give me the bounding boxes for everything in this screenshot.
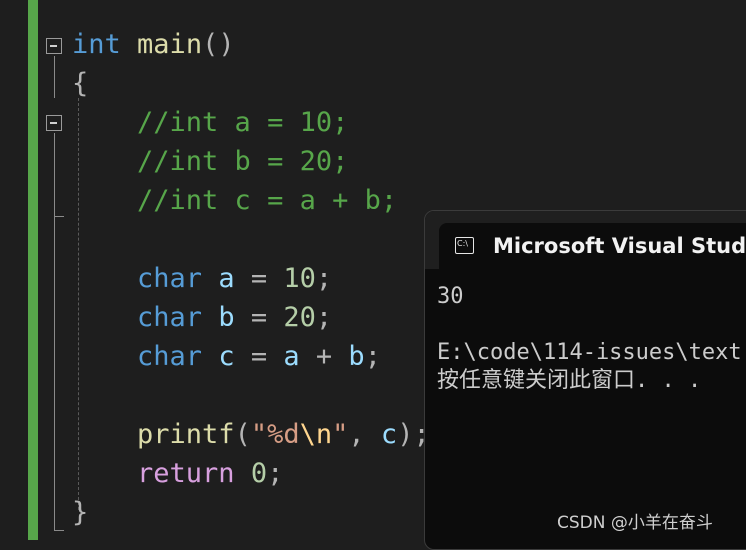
outline-end-mark: [54, 530, 64, 531]
code-token: 10: [283, 263, 316, 294]
outline-end-mark: [54, 216, 64, 217]
code-token: int: [72, 29, 121, 60]
code-token: a: [218, 263, 235, 294]
code-line[interactable]: char b = 20;: [72, 298, 332, 338]
code-line[interactable]: //int a = 10;: [72, 103, 348, 143]
code-token: main: [137, 29, 203, 60]
code-token: ": [332, 419, 349, 450]
code-line[interactable]: //int b = 20;: [72, 142, 348, 182]
code-line[interactable]: char c = a + b;: [72, 337, 381, 377]
code-line[interactable]: return 0;: [72, 454, 283, 494]
console-output-line: 按任意键关闭此窗口. . .: [437, 368, 702, 393]
collapse-main-icon[interactable]: [46, 38, 62, 54]
code-token: 20: [283, 302, 316, 333]
code-token: //int a = 10;: [72, 107, 349, 138]
console-output-line: E:\code\114-issues\text: [437, 340, 742, 365]
code-token: (: [234, 419, 251, 450]
code-token: 0: [250, 458, 268, 489]
code-token: char: [137, 302, 203, 333]
code-line[interactable]: printf("%d\n", c);: [72, 415, 430, 455]
code-token: char: [137, 263, 203, 294]
outline-line: [54, 133, 55, 531]
code-token: =: [234, 302, 284, 333]
outline-line: [54, 56, 55, 98]
editor-margin: [0, 0, 28, 540]
code-token: \n: [299, 419, 333, 450]
code-token: {: [72, 68, 89, 99]
code-token: =: [234, 341, 284, 372]
code-token: a: [283, 341, 300, 372]
code-token: ,: [348, 419, 381, 450]
code-line[interactable]: }: [72, 493, 88, 533]
code-token: b: [218, 302, 235, 333]
code-token: c: [380, 419, 398, 450]
code-token: char: [137, 341, 203, 372]
code-token: c: [218, 341, 235, 372]
code-token: (): [202, 29, 235, 60]
console-title: Microsoft Visual Studio: [493, 234, 746, 258]
console-tab[interactable]: C:\ Microsoft Visual Studio: [439, 223, 746, 269]
code-token: =: [234, 263, 284, 294]
console-titlebar[interactable]: C:\ Microsoft Visual Studio: [425, 211, 746, 269]
code-line[interactable]: //int c = a + b;: [72, 181, 397, 221]
code-token: //int c = a + b;: [72, 185, 398, 216]
code-token: }: [72, 497, 89, 528]
console-output-line: 30: [437, 284, 464, 309]
watermark: CSDN @小羊在奋斗: [557, 513, 713, 533]
code-line[interactable]: {: [72, 64, 88, 104]
code-token: return: [137, 458, 235, 489]
collapse-comment-icon[interactable]: [46, 115, 62, 131]
code-token: printf: [137, 419, 235, 450]
code-token: ;: [315, 302, 333, 333]
code-token: ;: [315, 263, 333, 294]
console-icon: C:\: [455, 237, 474, 254]
console-window[interactable]: C:\ Microsoft Visual Studio 30 E:\code\1…: [424, 210, 746, 550]
code-line[interactable]: char a = 10;: [72, 259, 332, 299]
code-line[interactable]: int main(): [72, 25, 235, 65]
code-token: //int b = 20;: [72, 146, 349, 177]
code-token: +: [299, 341, 349, 372]
change-tracking-bar: [28, 0, 38, 540]
code-token: ;: [267, 458, 284, 489]
code-token: b: [348, 341, 365, 372]
code-token: "%d: [250, 419, 300, 450]
code-token: ;: [364, 341, 381, 372]
